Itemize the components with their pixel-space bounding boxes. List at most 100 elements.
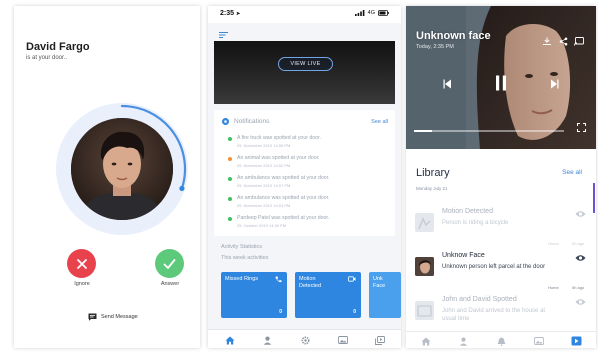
tab-profile[interactable] bbox=[261, 334, 273, 346]
library-screen: Unknown face Today, 2:35 PM Library See … bbox=[406, 6, 596, 348]
library-item-thumbnail bbox=[415, 257, 434, 276]
eye-icon[interactable] bbox=[575, 210, 586, 218]
tab-alerts[interactable] bbox=[495, 335, 507, 347]
tab-library[interactable] bbox=[570, 335, 582, 347]
ignore-button[interactable] bbox=[67, 249, 96, 278]
eye-icon[interactable] bbox=[575, 298, 586, 306]
share-icon[interactable] bbox=[559, 37, 568, 46]
check-icon bbox=[163, 258, 176, 269]
notifications-title: Notifications bbox=[234, 118, 270, 125]
notification-date: 05. November 2019 14:07 PM bbox=[237, 183, 291, 188]
library-item[interactable]: Motion Detected Person is riding a bicyc… bbox=[406, 205, 592, 249]
notification-text: An ambulance was spotted at your door. bbox=[237, 175, 330, 181]
video-title: Unknown face bbox=[416, 30, 491, 42]
answer-button[interactable] bbox=[155, 249, 184, 278]
caller-avatar bbox=[71, 118, 173, 220]
next-icon[interactable] bbox=[550, 79, 559, 89]
activity-subtitle: This week activities bbox=[221, 255, 269, 261]
video-library-icon bbox=[375, 335, 385, 345]
eye-icon[interactable] bbox=[575, 254, 586, 262]
send-message-label: Send Message bbox=[101, 314, 138, 320]
notification-dot bbox=[228, 177, 232, 181]
status-indicators: 4G bbox=[354, 10, 389, 16]
library-item-time: 5h ago bbox=[572, 285, 585, 290]
network-label: 4G bbox=[367, 10, 375, 16]
activity-title: Activity Statistics bbox=[221, 244, 262, 250]
answer-label: Answer bbox=[160, 281, 180, 287]
menu-icon[interactable] bbox=[219, 32, 228, 38]
notification-date: 05. November 2019 14:55 PM bbox=[237, 143, 291, 148]
download-icon[interactable] bbox=[542, 37, 552, 45]
battery-icon bbox=[378, 10, 389, 16]
library-see-all-link[interactable]: See all bbox=[562, 169, 582, 176]
library-item-time: 5h ago bbox=[572, 241, 585, 246]
tile-label: Unk Face bbox=[373, 276, 386, 289]
unknown-face-tile[interactable]: Unk Face bbox=[369, 272, 401, 318]
incoming-call-screen: David Fargo is at your door.. Ignore Ans… bbox=[14, 6, 200, 348]
info-icon bbox=[222, 118, 229, 125]
video-subtitle: Today, 2:35 PM bbox=[416, 44, 454, 50]
notification-dot bbox=[228, 157, 232, 161]
tab-library[interactable] bbox=[374, 334, 386, 346]
screens-showcase: David Fargo is at your door.. Ignore Ans… bbox=[0, 0, 598, 353]
missed-rings-tile[interactable]: Missed Rings 0 bbox=[221, 272, 287, 318]
notifications-card: Notifications See all A fire truck was s… bbox=[214, 110, 395, 236]
library-item-location: Home bbox=[548, 285, 559, 290]
tab-gallery[interactable] bbox=[337, 334, 349, 346]
library-item-description: John and David arrived to the house at u… bbox=[442, 308, 546, 322]
video-camera-icon bbox=[348, 276, 356, 282]
notification-text: A fire truck was spotted at your door. bbox=[237, 135, 321, 141]
tile-count: 0 bbox=[279, 309, 282, 315]
tab-gallery[interactable] bbox=[533, 335, 545, 347]
scrollbar[interactable] bbox=[593, 183, 595, 213]
library-date: Monday July 21 bbox=[416, 186, 448, 191]
bottom-tab-bar bbox=[406, 331, 596, 348]
tile-label: Motion Detected bbox=[299, 276, 322, 289]
notification-dot bbox=[228, 197, 232, 201]
fullscreen-icon[interactable] bbox=[577, 123, 586, 132]
phone-icon bbox=[275, 276, 282, 283]
notification-text: An animal was spotted at your door. bbox=[237, 155, 320, 161]
video-player[interactable]: Unknown face Today, 2:35 PM bbox=[406, 6, 596, 149]
live-camera-preview: VIEW LIVE bbox=[214, 41, 395, 104]
notification-text: Pardeep Patel was spotted at your door. bbox=[237, 215, 330, 221]
send-message-button[interactable]: Send Message bbox=[88, 313, 138, 321]
notifications-header: Notifications bbox=[222, 118, 269, 125]
dashboard-screen: 2:35 ➤ 4G VIEW LIVE Notifications See al… bbox=[208, 6, 401, 348]
home-icon bbox=[225, 336, 235, 344]
library-item-thumbnail bbox=[415, 213, 434, 232]
notification-date: 05. November 2019 14:03 PM bbox=[237, 203, 291, 208]
notification-dot bbox=[228, 217, 232, 221]
tab-home[interactable] bbox=[224, 334, 236, 346]
view-live-button[interactable]: VIEW LIVE bbox=[278, 57, 333, 71]
home-icon bbox=[421, 337, 431, 345]
cast-icon[interactable] bbox=[574, 37, 584, 46]
library-item-title: John and David Spotted bbox=[442, 296, 517, 303]
notifications-see-all-link[interactable]: See all bbox=[371, 119, 388, 125]
previous-icon[interactable] bbox=[443, 79, 452, 89]
library-item-title: Motion Detected bbox=[442, 208, 493, 215]
library-title: Library bbox=[416, 167, 450, 179]
status-time: 2:35 ➤ bbox=[220, 10, 241, 17]
tile-count: 0 bbox=[353, 309, 356, 315]
image-icon bbox=[338, 336, 348, 344]
tab-home[interactable] bbox=[420, 335, 432, 347]
library-item-location: Home bbox=[548, 241, 559, 246]
tab-profile[interactable] bbox=[457, 335, 469, 347]
motion-detected-tile[interactable]: Motion Detected 0 bbox=[295, 272, 361, 318]
caller-status: is at your door.. bbox=[26, 55, 68, 61]
image-icon bbox=[534, 337, 544, 345]
notification-date: 05. November 2019 14:52 PM bbox=[237, 163, 291, 168]
tab-settings[interactable] bbox=[299, 334, 311, 346]
library-item-description: Person is riding a bicycle bbox=[442, 220, 509, 226]
video-progress-fill bbox=[414, 130, 432, 132]
status-bar: 2:35 ➤ 4G bbox=[208, 6, 401, 23]
bell-icon bbox=[497, 337, 505, 346]
person-icon bbox=[459, 337, 467, 346]
bottom-tab-bar bbox=[208, 329, 401, 348]
notification-date: 25. October 2019 14:40 PM bbox=[237, 223, 287, 228]
library-item[interactable]: Unknow Face Unknown person left parcel a… bbox=[406, 249, 592, 293]
video-progress-bar[interactable] bbox=[414, 130, 564, 132]
pause-icon[interactable] bbox=[495, 75, 507, 91]
ignore-label: Ignore bbox=[74, 281, 90, 287]
